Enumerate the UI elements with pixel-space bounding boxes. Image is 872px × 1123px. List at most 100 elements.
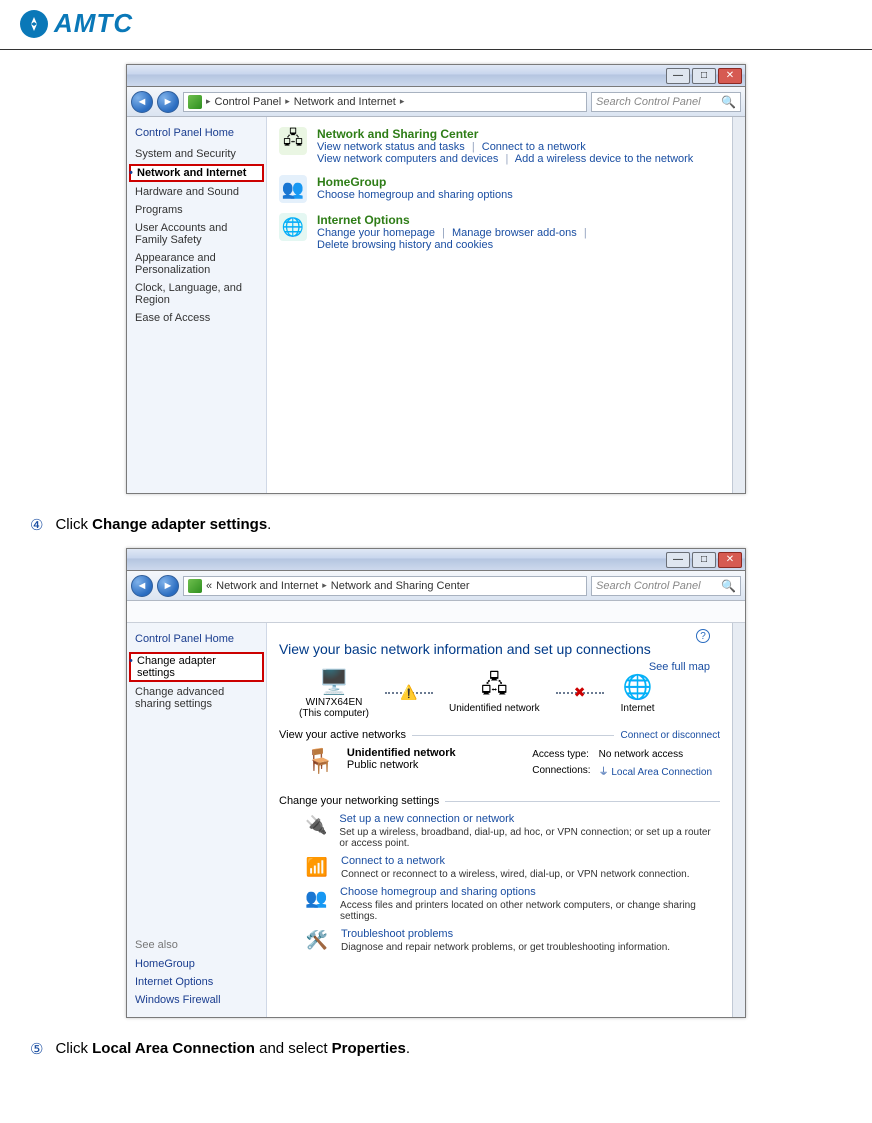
category-link[interactable]: Manage browser add-ons	[452, 227, 577, 239]
link-sep: |	[468, 141, 479, 153]
setting-troubleshoot: 🛠️ Troubleshoot problems Diagnose and re…	[305, 928, 720, 953]
minimize-button[interactable]: —	[666, 552, 690, 568]
search-input[interactable]: Search Control Panel 🔍	[591, 576, 741, 596]
category-link[interactable]: Add a wireless device to the network	[515, 153, 694, 165]
breadcrumb-sep-icon: ▸	[400, 96, 405, 107]
sidebar-item[interactable]: Hardware and Sound	[127, 183, 266, 201]
map-network: 🖧 Unidentified network	[449, 673, 540, 714]
breadcrumb-item[interactable]: Control Panel	[215, 96, 282, 108]
seealso-item[interactable]: Windows Firewall	[127, 991, 266, 1009]
map-connector: ✖	[556, 692, 604, 694]
breadcrumb[interactable]: ▸ Control Panel ▸ Network and Internet ▸	[183, 92, 587, 112]
breadcrumb-item[interactable]: Network and Internet	[216, 580, 318, 592]
error-icon: ✖	[574, 684, 586, 701]
seealso-label: See also	[127, 923, 266, 955]
active-networks-row: View your active networks Connect or dis…	[279, 729, 720, 741]
sidebar-item[interactable]: Programs	[127, 201, 266, 219]
setting-setup-connection: 🔌 Set up a new connection or network Set…	[305, 813, 720, 849]
map-label: WIN7X64EN	[306, 697, 363, 708]
sidebar-home[interactable]: Control Panel Home	[127, 123, 266, 145]
main-panel: 🖧 Network and Sharing Center View networ…	[267, 117, 732, 493]
homegroup-icon: 👥	[279, 175, 307, 203]
sidebar-advanced-sharing[interactable]: Change advanced sharing settings	[127, 683, 266, 713]
setting-desc: Access files and printers located on oth…	[340, 900, 720, 922]
category-link[interactable]: View network status and tasks	[317, 141, 465, 153]
main-panel: ? View your basic network information an…	[267, 623, 732, 1017]
map-sublabel: (This computer)	[299, 708, 369, 719]
connect-network-icon: 📶	[305, 855, 329, 879]
scrollbar[interactable]	[732, 623, 745, 1017]
setting-homegroup: 👥 Choose homegroup and sharing options A…	[305, 886, 720, 922]
change-settings-label: Change your networking settings	[279, 795, 439, 807]
control-panel-window: — □ ✕ ◄ ► ▸ Control Panel ▸ Network and …	[126, 64, 746, 494]
breadcrumb-item[interactable]: Network and Sharing Center	[331, 580, 470, 592]
seealso-item[interactable]: HomeGroup	[127, 955, 266, 973]
see-full-map-link[interactable]: See full map	[649, 661, 710, 673]
category-link[interactable]: Change your homepage	[317, 227, 435, 239]
step-number: ④	[30, 516, 43, 534]
sidebar-item[interactable]: Ease of Access	[127, 309, 266, 327]
close-button[interactable]: ✕	[718, 68, 742, 84]
sidebar-item[interactable]: System and Security	[127, 145, 266, 163]
search-input[interactable]: Search Control Panel 🔍	[591, 92, 741, 112]
category-link[interactable]: Delete browsing history and cookies	[317, 239, 493, 251]
network-props: Access type: No network access Connectio…	[530, 747, 720, 781]
setting-title[interactable]: Choose homegroup and sharing options	[340, 886, 720, 898]
breadcrumb[interactable]: « Network and Internet ▸ Network and Sha…	[183, 576, 587, 596]
control-panel-icon	[188, 95, 202, 109]
category-link[interactable]: Choose homegroup and sharing options	[317, 189, 513, 201]
help-icon[interactable]: ?	[696, 629, 710, 643]
sidebar-item-selected[interactable]: Network and Internet	[129, 164, 264, 182]
setting-title[interactable]: Troubleshoot problems	[341, 928, 670, 940]
connect-disconnect-link[interactable]: Connect or disconnect	[620, 730, 720, 741]
category-homegroup: 👥 HomeGroup Choose homegroup and sharing…	[279, 175, 720, 203]
seealso-item[interactable]: Internet Options	[127, 973, 266, 991]
sidebar: Control Panel Home Change adapter settin…	[127, 623, 267, 1017]
logo: AMTC	[20, 8, 133, 39]
internet-options-icon: 🌐	[279, 213, 307, 241]
category-title[interactable]: Internet Options	[317, 213, 591, 227]
category-title[interactable]: Network and Sharing Center	[317, 127, 693, 141]
navigation-bar: ◄ ► « Network and Internet ▸ Network and…	[127, 571, 745, 601]
forward-button[interactable]: ►	[157, 91, 179, 113]
map-this-computer: 🖥️ WIN7X64EN (This computer)	[299, 667, 369, 719]
sidebar-item[interactable]: Appearance and Personalization	[127, 249, 266, 279]
setting-title[interactable]: Set up a new connection or network	[339, 813, 720, 825]
change-settings-row: Change your networking settings	[279, 795, 720, 807]
text-bold: Local Area Connection	[92, 1040, 255, 1057]
close-button[interactable]: ✕	[718, 552, 742, 568]
access-value: No network access	[599, 749, 718, 761]
text: Click	[55, 1040, 92, 1057]
sidebar-item[interactable]: User Accounts and Family Safety	[127, 219, 266, 249]
back-button[interactable]: ◄	[131, 91, 153, 113]
forward-button[interactable]: ►	[157, 575, 179, 597]
network-type: Public network	[347, 759, 456, 771]
titlebar: — □ ✕	[127, 65, 745, 87]
maximize-button[interactable]: □	[692, 68, 716, 84]
sidebar-home[interactable]: Control Panel Home	[127, 629, 266, 651]
breadcrumb-sep-icon: ▸	[322, 580, 327, 591]
local-area-connection-link[interactable]: Local Area Connection	[611, 767, 712, 778]
text: .	[406, 1040, 410, 1057]
troubleshoot-icon: 🛠️	[305, 928, 329, 952]
breadcrumb-item[interactable]: Network and Internet	[294, 96, 396, 108]
active-network-block: 🪑 Unidentified network Public network Ac…	[305, 747, 720, 781]
maximize-button[interactable]: □	[692, 552, 716, 568]
category-title[interactable]: HomeGroup	[317, 175, 513, 189]
category-link[interactable]: View network computers and devices	[317, 153, 498, 165]
step-text: Click Local Area Connection and select P…	[55, 1040, 410, 1057]
link-sep: |	[438, 227, 449, 239]
minimize-button[interactable]: —	[666, 68, 690, 84]
scrollbar[interactable]	[732, 117, 745, 493]
setting-desc: Diagnose and repair network problems, or…	[341, 942, 670, 953]
category-link[interactable]: Connect to a network	[482, 141, 586, 153]
sidebar-item[interactable]: Clock, Language, and Region	[127, 279, 266, 309]
map-label: Internet	[621, 703, 655, 714]
page-header: AMTC	[0, 0, 872, 43]
setting-title[interactable]: Connect to a network	[341, 855, 690, 867]
back-button[interactable]: ◄	[131, 575, 153, 597]
connections-label: Connections:	[532, 763, 596, 779]
network-sharing-icon: 🖧	[279, 127, 307, 155]
breadcrumb-pre: «	[206, 580, 212, 592]
sidebar-change-adapter[interactable]: Change adapter settings	[129, 652, 264, 682]
